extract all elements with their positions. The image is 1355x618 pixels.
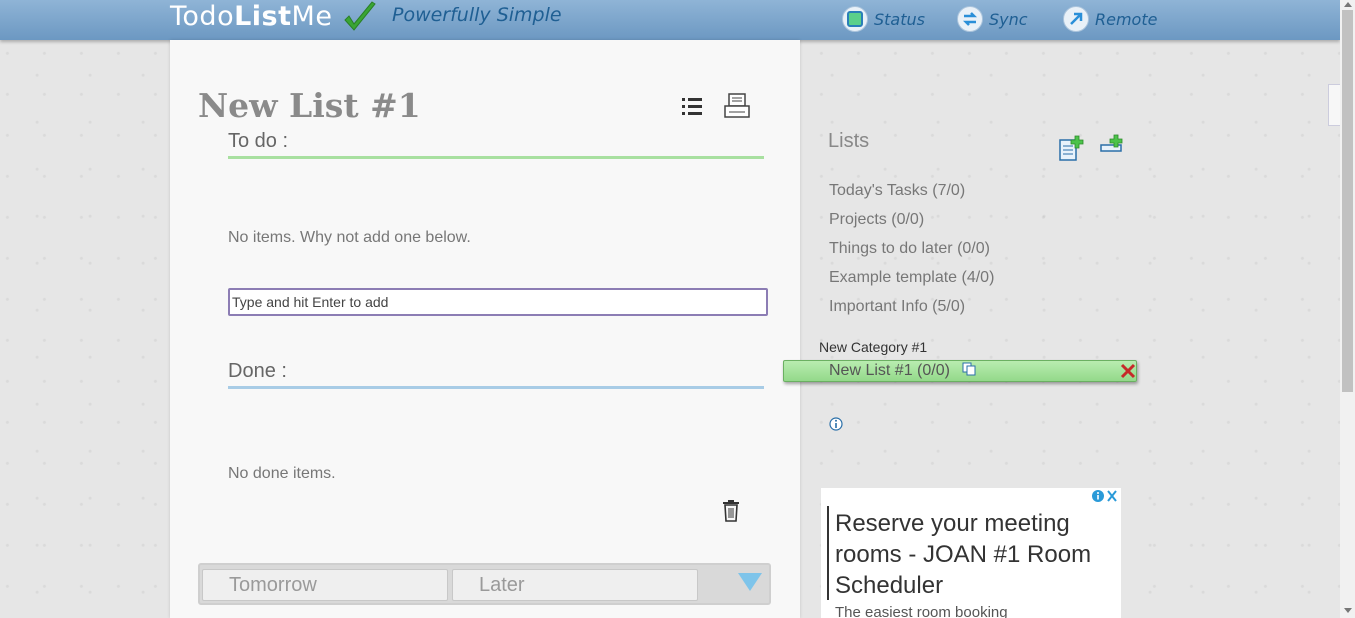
done-empty-message: No done items. (228, 465, 336, 482)
sidebar-list-item[interactable]: Things to do later (0/0) (829, 240, 990, 258)
print-icon[interactable] (723, 92, 751, 120)
ad-headline[interactable]: Reserve your meeting rooms - JOAN #1 Roo… (835, 508, 1105, 601)
trash-icon[interactable] (721, 499, 741, 523)
scroll-up-icon[interactable] (1344, 2, 1352, 7)
status-button[interactable]: Status (842, 5, 925, 33)
advertisement[interactable]: Reserve your meeting rooms - JOAN #1 Roo… (821, 488, 1121, 618)
tab-tomorrow[interactable]: Tomorrow (202, 569, 448, 601)
delete-list-icon[interactable] (1120, 363, 1136, 379)
lists-heading: Lists (828, 130, 870, 152)
remote-arrow-icon (1063, 6, 1089, 32)
list-panel: New List #1 To do : No items. Why not ad… (170, 40, 800, 618)
sidebar-list-item[interactable]: Projects (0/0) (829, 211, 924, 229)
top-header: TodoListMe Powerfully Simple Status Sync… (0, 0, 1340, 40)
add-list-icon[interactable] (1058, 134, 1084, 162)
page-scrollbar[interactable] (1340, 0, 1355, 618)
done-heading: Done : (228, 360, 287, 382)
sync-button[interactable]: Sync (957, 5, 1028, 33)
add-category-icon[interactable] (1100, 134, 1126, 156)
side-feedback-tab[interactable] (1328, 84, 1340, 126)
todo-empty-message: No items. Why not add one below. (228, 229, 471, 246)
copy-icon[interactable] (962, 362, 976, 376)
sidebar-list-item[interactable]: Today's Tasks (7/0) (829, 182, 965, 200)
remote-label: Remote (1095, 9, 1158, 29)
status-label: Status (874, 9, 925, 29)
logo-part-3: Me (291, 1, 333, 32)
ad-subtext: The easiest room booking (835, 604, 1008, 618)
app-logo[interactable]: TodoListMe (170, 0, 332, 36)
done-divider (228, 386, 764, 389)
tab-later[interactable]: Later (452, 569, 698, 601)
todo-heading: To do : (228, 130, 289, 152)
sync-arrows-icon (957, 6, 983, 32)
tagline: Powerfully Simple (392, 4, 562, 26)
expand-arrow-icon[interactable] (738, 573, 762, 591)
status-square-icon (842, 6, 868, 32)
logo-part-1: Todo (170, 1, 235, 32)
remote-button[interactable]: Remote (1063, 5, 1157, 33)
info-icon[interactable] (829, 417, 843, 431)
sidebar-list-item[interactable]: Example template (4/0) (829, 269, 994, 287)
todo-divider (228, 156, 764, 159)
ad-accent-bar (827, 506, 829, 600)
logo-part-2: List (234, 1, 292, 32)
add-item-input[interactable] (228, 288, 768, 316)
scroll-down-icon[interactable] (1344, 608, 1352, 613)
list-title[interactable]: New List #1 (198, 86, 421, 125)
sidebar-list-item[interactable]: Important Info (5/0) (829, 298, 965, 316)
active-list-label: New List #1 (0/0) (829, 362, 950, 379)
checkmark-icon (344, 1, 376, 31)
active-list-item[interactable]: New List #1 (0/0) (783, 360, 1137, 382)
category-label[interactable]: New Category #1 (819, 339, 927, 355)
list-view-icon[interactable] (680, 95, 704, 117)
scroll-thumb[interactable] (1342, 10, 1353, 392)
schedule-bar: Tomorrow Later (198, 563, 771, 605)
sync-label: Sync (989, 9, 1028, 29)
ad-choices-icon[interactable] (1091, 489, 1119, 503)
